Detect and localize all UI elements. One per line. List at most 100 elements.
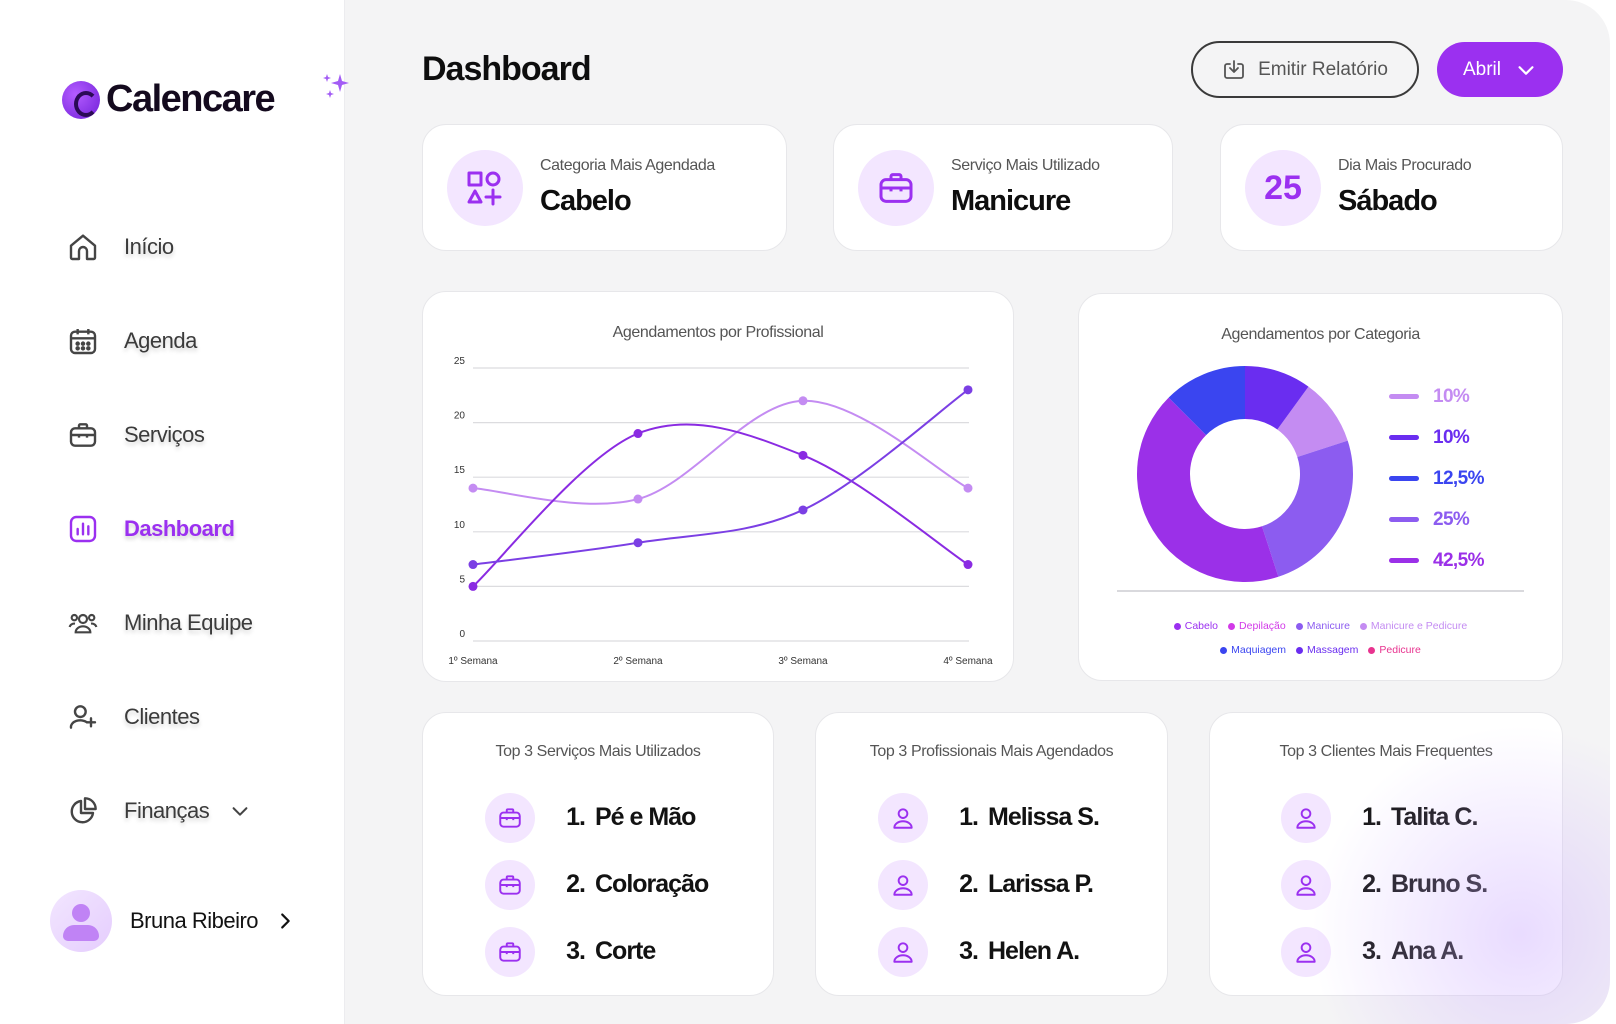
list-item[interactable]: 1. Melissa S. (878, 784, 1100, 851)
legend-item: Depilação (1228, 614, 1286, 638)
legend-row: Cabelo Depilação Manicure Manicure e Pedicu… (1079, 614, 1562, 638)
page-title: Dashboard (422, 50, 592, 88)
percentage-value: 10% (1433, 426, 1470, 448)
legend-label: Depilação (1239, 620, 1286, 632)
item-name: Talita C. (1391, 803, 1478, 831)
list-item[interactable]: 2. Bruno S. (1281, 851, 1488, 918)
legend-dot (1220, 646, 1228, 654)
list-item[interactable]: 2. Coloração (485, 851, 709, 918)
chevron-right-icon (281, 913, 290, 929)
sidebar-item-label: Serviços (124, 422, 205, 447)
top-list: 1. Pé e Mão 2. Coloração 3. Corte (485, 784, 709, 985)
month-select[interactable]: Abril (1437, 42, 1563, 97)
list-item[interactable]: 3. Corte (485, 918, 708, 985)
list-item[interactable]: 3. Ana A. (1281, 918, 1487, 985)
user-icon (878, 859, 928, 910)
series-line-swatch (1389, 517, 1419, 522)
list-item[interactable]: 1. Pé e Mão (485, 784, 708, 851)
rank-number: 3. (959, 937, 979, 965)
sidebar-nav: Início Agenda Serviços Dashboard Minha E… (66, 200, 306, 858)
x-tick-label: 2º Semana (613, 656, 663, 667)
stat-label: Serviço Mais Utilizado (951, 157, 1100, 174)
legend-row: Maquiagem Massagem Pedicure (1079, 638, 1562, 662)
sidebar-item-clientes[interactable]: Clientes (66, 670, 306, 764)
sidebar-item-dashboard[interactable]: Dashboard (66, 482, 306, 576)
sidebar-item-label: Finanças (124, 798, 210, 823)
stat-label: Categoria Mais Agendada (540, 157, 715, 174)
list-item[interactable]: 1. Talita C. (1281, 784, 1487, 851)
team-icon (66, 606, 100, 640)
sidebar-item-label: Clientes (124, 704, 200, 729)
data-point (633, 494, 643, 504)
item-name: Corte (595, 937, 656, 965)
rank-number: 1. (1362, 803, 1382, 831)
data-point (468, 483, 478, 493)
stat-label: Dia Mais Procurado (1338, 157, 1472, 174)
list-item[interactable]: 3. Helen A. (878, 918, 1099, 985)
sidebar-item-label: Dashboard (124, 516, 235, 541)
chevron-down-icon (1518, 65, 1534, 75)
data-point (963, 385, 973, 395)
sidebar-item-label: Início (124, 234, 174, 259)
donut-chart-card: Agendamentos por Categoria 10% 10% 12,5% 25… (1078, 293, 1563, 681)
line-chart-card: Agendamentos por Profissional 0 5 10 15 20 25… (422, 291, 1014, 682)
sidebar: Calencare Início Agenda Serviços Dashboa… (0, 0, 349, 1024)
legend-label: Massagem (1307, 644, 1359, 656)
series-line-swatch (1389, 435, 1419, 440)
top-list: 1. Talita C. 2. Bruno S. 3. Ana A. (1281, 784, 1488, 985)
card-title: Top 3 Serviços Mais Utilizados (495, 743, 701, 760)
sidebar-item-minha-equipe[interactable]: Minha Equipe (66, 576, 306, 670)
sparkle-icon (320, 72, 350, 105)
sidebar-item-agenda[interactable]: Agenda (66, 294, 306, 388)
card-title: Top 3 Clientes Mais Frequentes (1279, 743, 1493, 760)
item-name: Pé e Mão (595, 803, 696, 831)
legend-label: Manicure (1306, 620, 1350, 632)
x-tick-label: 1º Semana (448, 656, 498, 667)
briefcase-icon (485, 792, 535, 843)
legend-dot (1296, 646, 1304, 654)
rank-number: 3. (1362, 937, 1382, 965)
percentage-value: 10% (1433, 385, 1470, 407)
brand-name: Calencare (106, 78, 276, 120)
rank-number: 2. (566, 870, 586, 898)
category-legend: Cabelo Depilação Manicure Manicure e Pedicu… (1079, 614, 1562, 662)
data-point (963, 560, 973, 570)
legend-label: Manicure e Pedicure (1370, 620, 1468, 632)
data-point (468, 560, 478, 570)
sidebar-item-inicio[interactable]: Início (66, 200, 306, 294)
top-professionals-card: Top 3 Profissionais Mais Agendados 1. Mel… (815, 712, 1168, 996)
day-number-badge: 25 (1245, 150, 1321, 226)
sidebar-item-financas[interactable]: Finanças (66, 764, 306, 858)
data-point (798, 505, 808, 515)
user-icon (878, 926, 928, 977)
rank-number: 1. (566, 803, 586, 831)
data-point (468, 581, 478, 591)
sidebar-item-label: Agenda (124, 328, 197, 353)
legend-dot (1359, 622, 1367, 630)
briefcase-icon (485, 926, 535, 977)
data-point (798, 396, 808, 406)
rank-number: 1. (959, 803, 979, 831)
user-profile[interactable]: Bruna Ribeiro (50, 890, 296, 952)
legend-item: Manicure (1295, 614, 1350, 638)
item-name: Bruno S. (1391, 870, 1488, 898)
y-tick-label: 15 (454, 465, 466, 476)
series-line (472, 399, 969, 505)
rank-number: 2. (959, 870, 979, 898)
y-tick-label: 5 (459, 574, 465, 585)
emit-report-label: Emitir Relatório (1258, 58, 1388, 80)
brand-logo[interactable]: Calencare (62, 74, 349, 121)
download-icon (1224, 59, 1244, 79)
chevron-down-icon[interactable] (229, 800, 251, 822)
stat-card-dia: 25 Dia Mais Procurado Sábado (1220, 124, 1563, 251)
emit-report-button[interactable]: Emitir Relatório (1191, 41, 1419, 98)
list-item[interactable]: 2. Larissa P. (878, 851, 1099, 918)
y-tick-label: 0 (459, 629, 465, 640)
top-clients-card: Top 3 Clientes Mais Frequentes 1. Talita … (1209, 712, 1563, 996)
x-tick-label: 4º Semana (943, 656, 993, 667)
briefcase-icon (485, 859, 535, 910)
percentage-item: 12,5% (1389, 458, 1484, 499)
sidebar-item-servicos[interactable]: Serviços (66, 388, 306, 482)
stat-card-servico: Serviço Mais Utilizado Manicure (833, 124, 1173, 251)
divider (1117, 590, 1524, 592)
